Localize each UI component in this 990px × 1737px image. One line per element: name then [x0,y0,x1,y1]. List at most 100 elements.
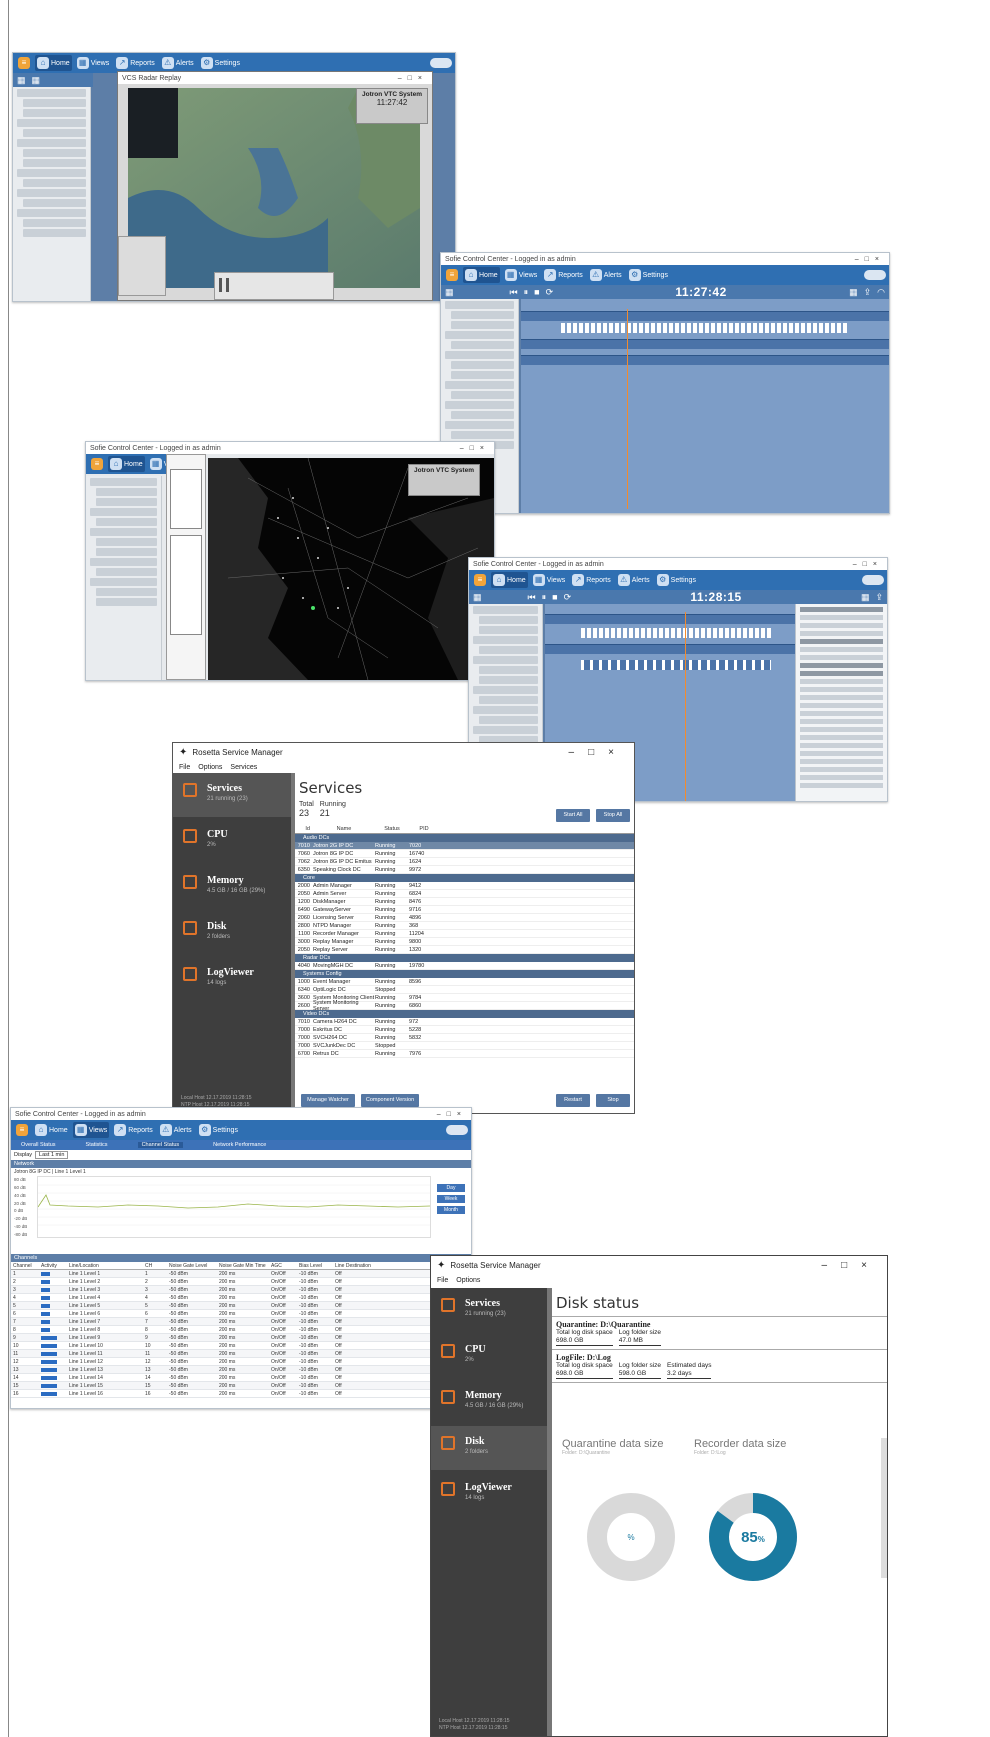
table-row[interactable]: 5 Line 1 Level 5 5 -50 dBm 200 ms On/Off -10 d… [11,1302,471,1310]
nav-services[interactable]: Services 21 running (23) [431,1288,547,1332]
menu-home[interactable]: ⌂ Home [491,572,528,588]
resource-tree[interactable] [86,476,162,680]
menu-reports[interactable]: ↗ Reports [112,1122,155,1138]
table-row[interactable]: 2050 Admin Server Running 6824 [295,890,634,898]
window-controls[interactable]: –□× [853,561,883,568]
headset-icon[interactable]: ◠ [877,287,885,298]
menu-alerts[interactable]: ⚠ Alerts [616,572,652,588]
table-row[interactable]: 16 Line 1 Level 16 16 -50 dBm 200 ms On/Off -1… [11,1390,471,1398]
window-controls[interactable]: –□× [437,1111,467,1118]
menu-alerts[interactable]: ⚠ Alerts [588,267,624,283]
rewind-icon[interactable]: ⏮ [528,592,536,603]
table-row[interactable]: 8 Line 1 Level 8 8 -50 dBm 200 ms On/Off -10 d… [11,1326,471,1334]
layout-icon[interactable]: ▦ [32,75,41,86]
table-row[interactable]: 6490 GatewayServer Running 9716 [295,906,634,914]
stop-icon[interactable]: ■ [552,592,557,602]
user-toggle[interactable] [864,270,886,280]
scrollbar[interactable] [881,1438,887,1578]
grid-icon[interactable]: ▦ [473,592,482,603]
nav-logviewer[interactable]: LogViewer 14 logs [173,957,291,1001]
table-row[interactable]: 6340 OptiLogic DC Stopped [295,986,634,994]
playback-control-panel[interactable] [214,272,334,300]
timeline-area[interactable] [521,299,889,513]
table-row[interactable]: 3 Line 1 Level 3 3 -50 dBm 200 ms On/Off -10 d… [11,1286,471,1294]
table-row[interactable]: 6700 Retrus DC Running 7976 [295,1050,634,1058]
window-controls[interactable]: –□× [822,1260,881,1271]
timeline-track[interactable] [545,644,795,654]
table-row[interactable]: 6350 Speaking Clock DC Running 9972 [295,866,634,874]
sync-icon[interactable]: ⟳ [546,287,554,298]
table-row[interactable]: 15 Line 1 Level 15 15 -50 dBm 200 ms On/Off -1… [11,1382,471,1390]
window-controls[interactable]: –□× [569,747,628,758]
week-button[interactable]: Week [437,1195,465,1203]
menu-alerts[interactable]: ⚠ Alerts [158,1122,194,1138]
table-row[interactable]: 2 Line 1 Level 2 2 -50 dBm 200 ms On/Off -10 d… [11,1278,471,1286]
tab-channel-status[interactable]: Channel Status [137,1142,184,1148]
stop-all-button[interactable]: Stop All [596,809,630,822]
timeline-events[interactable] [581,660,771,670]
menu-alerts[interactable]: ⚠ Alerts [160,55,196,71]
timeline-track[interactable] [521,311,889,321]
nav-services[interactable]: Services 21 running (23) [173,773,291,817]
user-toggle[interactable] [446,1125,468,1135]
table-row[interactable]: 6 Line 1 Level 6 6 -50 dBm 200 ms On/Off -10 d… [11,1310,471,1318]
menu-views[interactable]: ▦Views [531,572,568,588]
table-row[interactable]: 1 Line 1 Level 1 1 -50 dBm 200 ms On/Off -10 d… [11,1270,471,1278]
table-row[interactable]: 12 Line 1 Level 12 12 -50 dBm 200 ms On/Off -1… [11,1358,471,1366]
user-toggle[interactable] [430,58,452,68]
pause-icon[interactable]: ⏸ [524,287,529,298]
nav-memory[interactable]: Memory 4.5 GB / 16 GB (29%) [431,1380,547,1424]
table-row[interactable]: 7000 SVCJunkDec DC Stopped [295,1042,634,1050]
playhead[interactable] [627,309,628,509]
timeline-track[interactable] [545,614,795,624]
menu-reports[interactable]: ↗ Reports [542,267,585,283]
display-select[interactable]: Last 1 min [35,1151,69,1159]
menu-services[interactable]: Services [230,764,257,771]
timeline-events[interactable] [581,628,771,638]
service-group-header[interactable]: Systems Config [295,970,634,978]
table-row[interactable]: 7062 Jotron 8G IP DC Emitus Running 1624 [295,858,634,866]
stop-button[interactable]: Stop [596,1094,630,1107]
menu-options[interactable]: Options [198,764,222,771]
user-toggle[interactable] [862,575,884,585]
service-group-header[interactable]: Core [295,874,634,882]
table-row[interactable]: 2060 Licensing Server Running 4896 [295,914,634,922]
table-row[interactable]: 14 Line 1 Level 14 14 -50 dBm 200 ms On/Off -1… [11,1374,471,1382]
restart-button[interactable]: Restart [556,1094,590,1107]
table-row[interactable]: 7010 Jotron 2G IP DC Running 7020 [295,842,634,850]
resource-tree[interactable] [13,87,91,301]
table-row[interactable]: 13 Line 1 Level 13 13 -50 dBm 200 ms On/Off -1… [11,1366,471,1374]
menu-file[interactable]: File [179,764,190,771]
menu-settings[interactable]: ⚙ Settings [655,572,698,588]
sync-icon[interactable]: ⟳ [564,592,572,603]
tab-network-performance[interactable]: Network Performance [213,1142,266,1148]
window-controls[interactable]: –□× [855,256,885,263]
table-row[interactable]: 1000 Event Manager Running 8596 [295,978,634,986]
tab-statistics[interactable]: Statistics [86,1142,108,1148]
radar-replay-window[interactable]: VCS Radar Replay –□× Jotron VTC System 11… [117,71,433,301]
timeline-events[interactable] [561,323,849,333]
table-row[interactable]: 2800 NTPD Manager Running 368 [295,922,634,930]
timeline-track[interactable] [521,339,889,349]
menu-home[interactable]: ⌂ Home [108,456,145,472]
nav-logviewer[interactable]: LogViewer 14 logs [431,1472,547,1516]
table-row[interactable]: 7000 SVCH264 DC Running 5832 [295,1034,634,1042]
table-row[interactable]: 10 Line 1 Level 10 10 -50 dBm 200 ms On/Off -1… [11,1342,471,1350]
nav-cpu[interactable]: CPU 2% [173,819,291,863]
table-row[interactable]: 7010 Camera H264 DC Running 972 [295,1018,634,1026]
menu-file[interactable]: File [437,1277,448,1284]
table-row[interactable]: 2050 Replay Server Running 1320 [295,946,634,954]
table-row[interactable]: 4040 MovingMGH DC Running 19780 [295,962,634,970]
menu-views[interactable]: ▦Views [75,55,112,71]
rewind-icon[interactable]: ⏮ [510,287,518,298]
menu-options[interactable]: Options [456,1277,480,1284]
tab-overall-status[interactable]: Overall Status [21,1142,56,1148]
window-controls[interactable]: –□× [398,75,428,82]
menu-settings[interactable]: ⚙ Settings [627,267,670,283]
menu-views[interactable]: ▦Views [503,267,540,283]
table-row[interactable]: 1200 DiskManager Running 8476 [295,898,634,906]
nav-disk[interactable]: Disk 2 folders [173,911,291,955]
service-group-header[interactable]: Audio DCs [295,834,634,842]
menu-views[interactable]: ▦Views [72,1122,110,1138]
playhead[interactable] [685,612,686,801]
